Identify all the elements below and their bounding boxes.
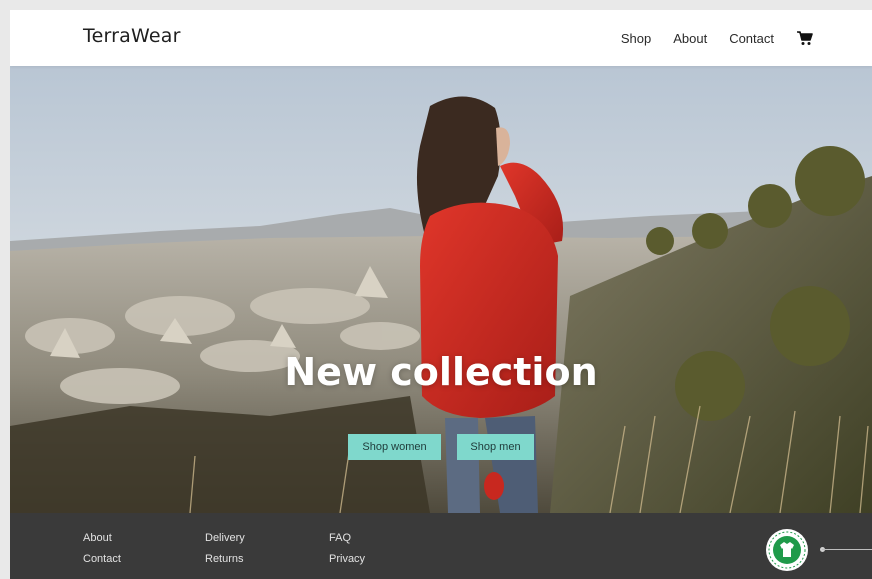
footer-link-returns[interactable]: Returns xyxy=(205,553,245,565)
page-frame: TerraWear Shop About Contact New collect… xyxy=(10,10,872,579)
main-nav: Shop About Contact xyxy=(599,29,814,47)
shop-women-button[interactable]: Shop women xyxy=(348,434,441,460)
hero-title: New collection xyxy=(284,350,598,394)
footer-slider-line xyxy=(822,549,872,550)
footer-link-delivery[interactable]: Delivery xyxy=(205,532,245,544)
footer-link-contact[interactable]: Contact xyxy=(83,553,121,565)
nav-link-about[interactable]: About xyxy=(673,31,707,46)
site-footer: About Contact Delivery Returns FAQ Priva… xyxy=(10,513,872,579)
hero-banner: New collection Shop women Shop men xyxy=(10,66,872,513)
organic-textile-badge-icon xyxy=(766,529,808,571)
footer-link-privacy[interactable]: Privacy xyxy=(329,553,365,565)
footer-link-about[interactable]: About xyxy=(83,532,121,544)
footer-column-3: FAQ Privacy xyxy=(329,532,365,574)
footer-column-2: Delivery Returns xyxy=(205,532,245,574)
nav-link-contact[interactable]: Contact xyxy=(729,31,774,46)
hero-actions: Shop women Shop men xyxy=(10,434,872,460)
footer-column-1: About Contact xyxy=(83,532,121,574)
site-header: TerraWear Shop About Contact xyxy=(10,10,872,66)
shopping-cart-icon[interactable] xyxy=(796,29,814,47)
brand-logo[interactable]: TerraWear xyxy=(83,25,181,47)
nav-link-shop[interactable]: Shop xyxy=(621,31,651,46)
shop-men-button[interactable]: Shop men xyxy=(457,434,534,460)
footer-link-faq[interactable]: FAQ xyxy=(329,532,365,544)
